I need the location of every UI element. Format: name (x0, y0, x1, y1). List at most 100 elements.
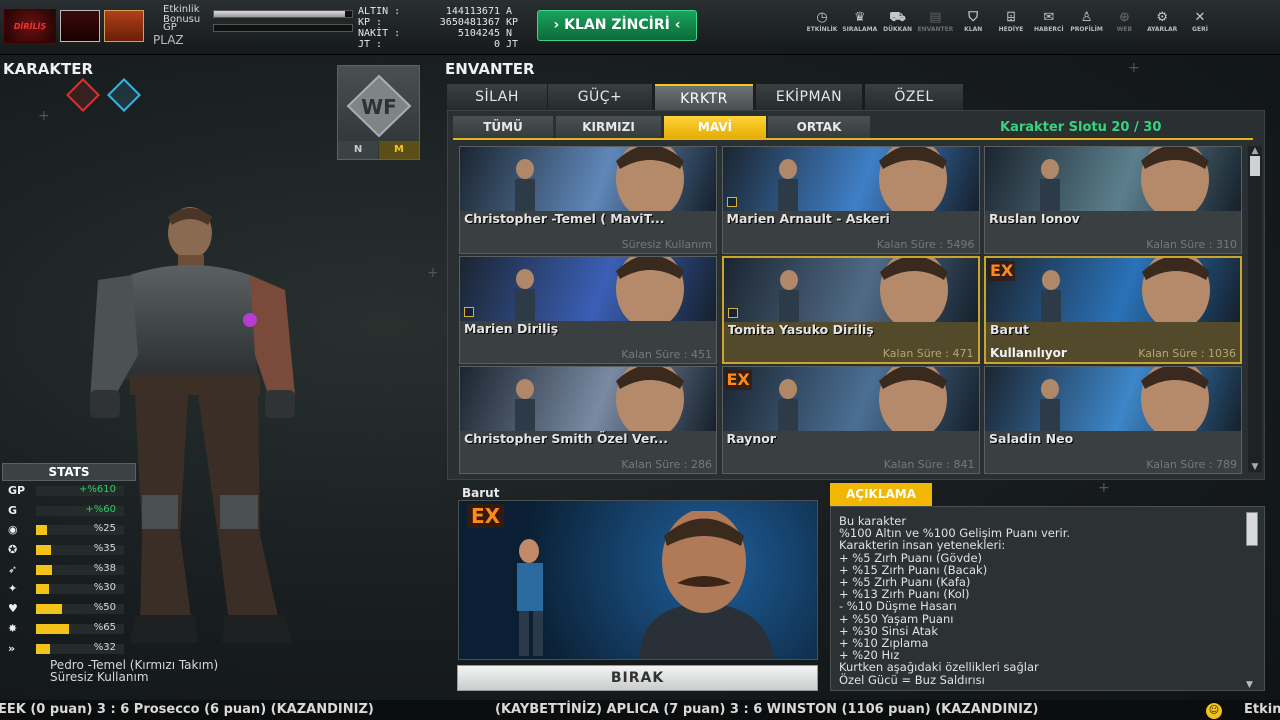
desc-scroll-thumb[interactable] (1246, 512, 1258, 546)
menu-label: HABERCİ (1034, 26, 1064, 33)
description-box: Bu karakter %100 Altın ve %100 Gelişim Pu… (830, 506, 1265, 691)
character-card[interactable]: Marien Diriliş Kalan Süre : 451 (459, 256, 717, 364)
stat-fill (36, 584, 50, 595)
menu-web[interactable]: ⊕ WEB (1106, 10, 1142, 33)
stat-icon: ✸ (8, 621, 18, 635)
tab-güç+[interactable]: GÜÇ+ (548, 84, 652, 110)
bg-cross-3: + (427, 265, 439, 281)
scroll-thumb[interactable] (1250, 156, 1260, 176)
mode-m-button[interactable]: M (379, 141, 419, 159)
currency-unit: A (506, 6, 513, 17)
menu-hedi̇ye[interactable]: ⌹ HEDİYE (993, 10, 1029, 33)
scroll-up-icon[interactable]: ▲ (1248, 146, 1262, 156)
stat-icon: GP (8, 484, 26, 497)
menu-label: ENVANTER (917, 26, 954, 33)
stat-value: +%610 (79, 484, 116, 495)
profile-icon: ♙ (1080, 10, 1093, 25)
klan-zinciri-button[interactable]: › KLAN ZİNCİRİ ‹ (537, 10, 697, 41)
character-card[interactable]: Christopher Smith Özel Ver... Kalan Süre … (459, 366, 717, 474)
menu-dükkan[interactable]: ⛟ DÜKKAN (880, 10, 916, 33)
currency-unit: KP (506, 17, 519, 28)
character-card[interactable]: Ruslan Ionov Kalan Süre : 310 (984, 146, 1242, 254)
description-scrollbar[interactable]: ▼ (1244, 510, 1260, 690)
card-image (985, 367, 1241, 439)
character-card[interactable]: EX Barut Kalan Süre : 1036 Kullanılıyor (984, 256, 1242, 364)
character-card[interactable]: Christopher -Temel ( MaviT... Süresiz Kul… (459, 146, 717, 254)
menu-label: PROFİLİM (1070, 26, 1103, 33)
menu-label: KLAN (964, 26, 983, 33)
stat-fill (36, 623, 70, 634)
gift-icon: ⌹ (1007, 10, 1015, 25)
subtab-kirmizi[interactable]: KIRMIZI (556, 116, 661, 139)
bg-cross-2: + (1098, 480, 1110, 496)
card-portrait (515, 257, 684, 329)
subtab-tümü[interactable]: TÜMÜ (453, 116, 553, 139)
character-portrait[interactable]: WF N M (337, 65, 420, 160)
description-line: Özel Gücü = Buz Saldırısı (839, 672, 985, 687)
menu-etki̇nli̇k[interactable]: ◷ ETKİNLİK (804, 10, 840, 33)
mode-n-button[interactable]: N (338, 141, 378, 159)
ticker-right-text: (KAYBETTİNİZ) APLICA (7 puan) 3 : 6 WINS… (495, 702, 1039, 717)
subtab-mavi̇[interactable]: MAVİ (664, 116, 766, 139)
subtab-ortak[interactable]: ORTAK (768, 116, 870, 139)
badge-icon (464, 307, 474, 317)
ex-badge: EX (724, 370, 752, 390)
menu-siralama[interactable]: ♛ SIRALAMA (842, 10, 878, 33)
stat-row: ◉ %25 (2, 520, 136, 540)
card-name: Barut (990, 322, 1030, 337)
character-slot-count: Karakter Slotu 20 / 30 (1000, 120, 1162, 135)
grid-scrollbar[interactable]: ▲ ▼ (1248, 146, 1262, 472)
desc-scroll-down-icon[interactable]: ▼ (1246, 680, 1253, 690)
inventory-icon: ▤ (929, 10, 942, 25)
card-image (986, 258, 1240, 330)
user-icon[interactable]: ☺ (1206, 703, 1222, 719)
tab-eki̇pman[interactable]: EKİPMAN (756, 84, 862, 110)
menu-geri̇[interactable]: ✕ GERİ (1182, 10, 1218, 33)
ticker-left-text: EEK (0 puan) 3 : 6 Prosecco (6 puan) (KA… (0, 702, 374, 717)
card-time: Kalan Süre : 471 (882, 347, 974, 360)
menu-profi̇li̇m[interactable]: ♙ PROFİLİM (1069, 10, 1105, 33)
stats-header: STATS (2, 463, 136, 481)
description-tab[interactable]: AÇIKLAMA (830, 483, 932, 506)
clock-icon: ◷ (816, 10, 828, 25)
scroll-down-icon[interactable]: ▼ (1248, 462, 1262, 472)
currency-label: JT : (358, 39, 383, 50)
menu-label: SIRALAMA (842, 26, 878, 33)
stat-value: %25 (93, 523, 116, 535)
card-name: Tomita Yasuko Diriliş (727, 322, 874, 337)
menu-klan[interactable]: ⛉ KLAN (955, 10, 991, 33)
bg-cross-1: + (1128, 60, 1140, 76)
news-ticker: EEK (0 puan) 3 : 6 Prosecco (6 puan) (KA… (0, 700, 1280, 720)
card-in-use: Kullanılıyor (990, 346, 1067, 360)
description-line: + %5 Zırh Puanı (Gövde) (839, 550, 983, 565)
card-name: Saladin Neo (989, 431, 1074, 446)
clan-emblem[interactable] (60, 10, 100, 42)
card-name: Christopher Smith Özel Ver... (464, 431, 669, 446)
detail-image: EX (458, 500, 818, 660)
character-card[interactable]: Marien Arnault - Askeri Kalan Süre : 5496 (721, 146, 980, 254)
rank-emblem[interactable] (104, 10, 144, 42)
character-card[interactable]: Tomita Yasuko Diriliş Kalan Süre : 471 (721, 256, 980, 364)
character-card[interactable]: EX Raynor Kalan Süre : 841 (721, 366, 980, 474)
character-title: KARAKTER (3, 60, 94, 78)
stat-icon: G (8, 503, 18, 517)
currency-label: ALTIN : (358, 6, 401, 17)
menu-ayarlar[interactable]: ⚙ AYARLAR (1144, 10, 1180, 33)
ticker-end-text: Etkin (1244, 702, 1280, 717)
cart-icon: ⛟ (889, 10, 906, 25)
tab-krktr[interactable]: KRKTR (655, 84, 753, 110)
stat-value: %38 (93, 562, 116, 574)
stat-value: %32 (93, 641, 116, 653)
currency-value: 3650481367 (439, 17, 500, 28)
menu-envanter[interactable]: ▤ ENVANTER (917, 10, 953, 33)
character-card[interactable]: Saladin Neo Kalan Süre : 789 (984, 366, 1242, 474)
tab-si̇lah[interactable]: SİLAH (447, 84, 547, 110)
tab-özel[interactable]: ÖZEL (865, 84, 963, 110)
currency-label: NAKİT : (358, 28, 401, 39)
top-bar: DİRİLİŞ Etkinlik Bonusu GP PLAZ ALTIN :1… (0, 0, 1280, 55)
menu-label: ETKİNLİK (806, 26, 838, 33)
menu-haberci̇[interactable]: ✉ HABERCİ (1031, 10, 1067, 33)
release-button[interactable]: BIRAK (457, 665, 818, 691)
card-portrait (1041, 258, 1210, 330)
description-line: Kurtken aşağıdaki özellikleri sağlar (839, 660, 1039, 675)
